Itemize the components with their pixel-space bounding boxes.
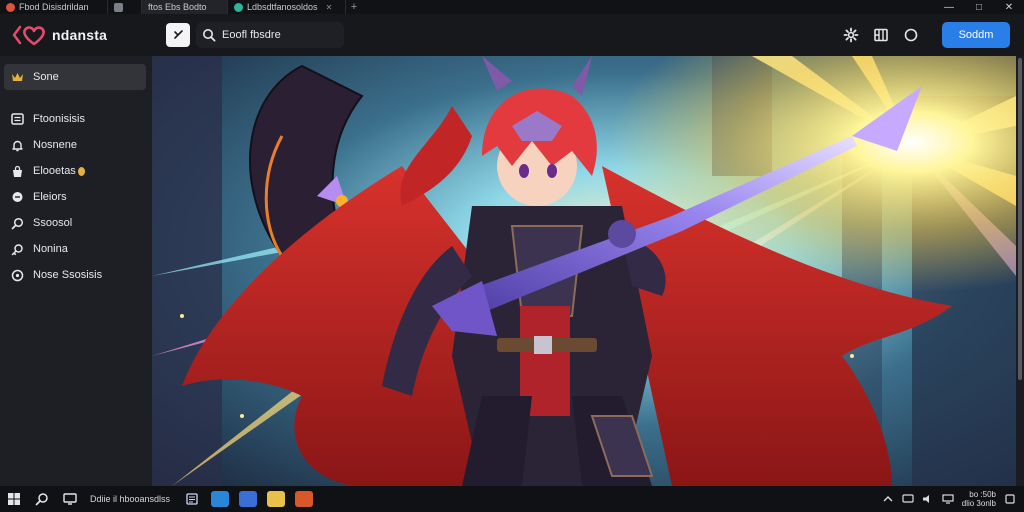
sidebar-item-label: Nonina	[33, 243, 68, 255]
search-icon	[203, 29, 216, 42]
sidebar: Sone Ftoonisisis Nosnene Elooetas Eleior…	[0, 56, 152, 486]
sidebar-item-label: Ssoosol	[33, 217, 73, 229]
taskbar-app-word[interactable]	[234, 486, 262, 512]
chevron-up-icon[interactable]	[882, 493, 894, 505]
game-app-icon	[295, 491, 314, 507]
sidebar-item-7[interactable]: Nose Ssosisis	[0, 262, 152, 288]
brand-logo-icon	[12, 25, 45, 46]
search-icon	[10, 216, 24, 230]
profile-circle-icon[interactable]	[902, 26, 920, 44]
browser-tab-1[interactable]: Fbod Disisdrildan	[0, 0, 108, 14]
browser-tab-strip: Fbod Disisdrildan ftos Ebs Bodto Ldbsdtf…	[0, 0, 1024, 14]
sidebar-item-4[interactable]: Eleiors	[0, 184, 152, 210]
taskbar-app-folder[interactable]	[262, 486, 290, 512]
taskbar-search-text[interactable]: Ddiie il hbooansdlss	[90, 494, 170, 504]
taskbar-app-files[interactable]	[178, 486, 206, 512]
minimize-button[interactable]: —	[934, 0, 964, 14]
sidebar-item-home[interactable]: Sone	[4, 64, 146, 90]
search-input[interactable]: Eoofl fbsdre	[222, 29, 281, 41]
sidebar-item-5[interactable]: Ssoosol	[0, 210, 152, 236]
anime-warrior-illustration	[152, 56, 1016, 486]
clock[interactable]: bo :50b dlio 3onlb	[962, 490, 996, 508]
edge-app-icon	[211, 491, 230, 507]
sign-in-button[interactable]: Soddm	[942, 22, 1010, 48]
brand-name: ndansta	[52, 27, 108, 43]
taskbar: Ddiie il hbooansdlss bo :50b dlio 3onlb	[0, 486, 1024, 512]
clock-date: dlio 3onlb	[961, 499, 996, 508]
tab-favicon	[114, 2, 123, 12]
search-box[interactable]: Eoofl fbsdre	[196, 22, 344, 48]
task-view-button[interactable]	[56, 486, 84, 512]
start-button[interactable]	[0, 486, 28, 512]
sidebar-item-label: Sone	[33, 71, 59, 83]
list-icon	[10, 112, 24, 126]
tab-title: ftos Ebs Bodto	[148, 2, 207, 12]
taskbar-search-button[interactable]	[28, 486, 56, 512]
crown-icon	[10, 70, 24, 84]
word-app-icon	[239, 491, 258, 507]
notification-icon[interactable]	[1004, 493, 1016, 505]
maximize-button[interactable]: □	[964, 0, 994, 14]
display-icon[interactable]	[942, 493, 954, 505]
list-icon	[186, 493, 198, 505]
close-window-button[interactable]: ✕	[994, 0, 1024, 14]
tab-title: Fbod Disisdrildan	[19, 2, 89, 12]
window-controls: — □ ✕	[934, 0, 1024, 14]
network-icon[interactable]	[902, 493, 914, 505]
sidebar-item-label: Nose Ssosisis	[33, 269, 103, 281]
menu-toggle-button[interactable]	[166, 23, 190, 47]
sidebar-item-label: Nosnene	[33, 139, 78, 151]
brand[interactable]: ndansta	[0, 14, 152, 56]
sidebar-item-label: Ftoonisisis	[33, 113, 85, 125]
sidebar-item-label: Eleiors	[33, 191, 67, 203]
browser-tab-4[interactable]: Ldbsdtfanosoldos ✕	[228, 0, 346, 14]
new-tab-button[interactable]: +	[346, 0, 362, 14]
app-header: ndansta Eoofl fbsdre Soddm	[0, 14, 1024, 56]
tab-favicon	[234, 2, 243, 12]
browser-tab-2[interactable]	[108, 0, 142, 14]
key-icon	[10, 242, 24, 256]
monitor-icon	[63, 493, 77, 505]
sparkle-icon	[174, 30, 183, 39]
chat-icon	[10, 190, 24, 204]
tab-favicon	[6, 2, 15, 12]
coin-icon	[77, 166, 85, 176]
settings-gear-icon[interactable]	[842, 26, 860, 44]
sidebar-item-6[interactable]: Nonina	[0, 236, 152, 262]
scrollbar-thumb[interactable]	[1018, 58, 1022, 380]
scrollbar[interactable]	[1016, 56, 1024, 486]
windows-icon	[8, 493, 20, 505]
sidebar-item-3[interactable]: Elooetas	[0, 158, 152, 184]
circle-icon	[10, 268, 24, 282]
header-actions: Soddm	[842, 22, 1024, 48]
volume-icon[interactable]	[922, 493, 934, 505]
system-tray: bo :50b dlio 3onlb	[882, 490, 1024, 508]
taskbar-app-edge[interactable]	[206, 486, 234, 512]
sidebar-item-1[interactable]: Ftoonisisis	[0, 106, 152, 132]
artwork-panel[interactable]	[152, 56, 1016, 486]
close-tab-icon[interactable]: ✕	[326, 3, 333, 12]
tab-title: Ldbsdtfanosoldos	[247, 2, 318, 12]
search-icon	[35, 493, 48, 506]
bag-icon	[10, 164, 24, 178]
taskbar-app-game[interactable]	[290, 486, 318, 512]
sidebar-item-2[interactable]: Nosnene	[0, 132, 152, 158]
bell-icon	[10, 138, 24, 152]
clock-time: bo :50b	[969, 490, 996, 499]
library-icon[interactable]	[872, 26, 890, 44]
folder-app-icon	[267, 491, 286, 507]
browser-tab-3[interactable]: ftos Ebs Bodto	[142, 0, 228, 14]
sidebar-item-label: Elooetas	[33, 165, 76, 177]
